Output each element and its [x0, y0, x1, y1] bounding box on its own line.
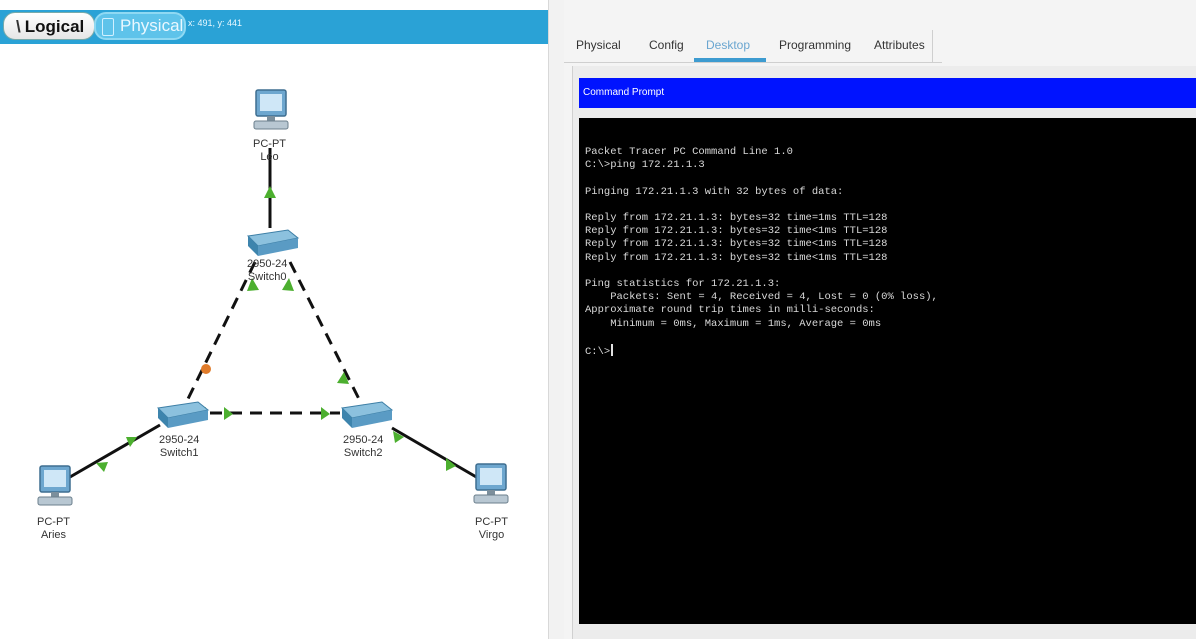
- tab-programming[interactable]: Programming: [779, 38, 851, 52]
- switch2-icon[interactable]: [336, 398, 396, 432]
- console-output[interactable]: Packet Tracer PC Command Line 1.0 C:\>pi…: [585, 146, 938, 359]
- switch0-icon[interactable]: [240, 226, 300, 260]
- device-window: Physical Config Desktop Programming Attr…: [564, 0, 1196, 639]
- tab-desktop[interactable]: Desktop: [706, 38, 750, 52]
- command-prompt-console[interactable]: Packet Tracer PC Command Line 1.0 C:\>pi…: [579, 118, 1196, 624]
- console-output-text: Packet Tracer PC Command Line 1.0 C:\>pi…: [585, 146, 938, 330]
- switch1-icon[interactable]: [152, 398, 212, 432]
- tab-attributes[interactable]: Attributes: [874, 38, 925, 52]
- tab-separator: [932, 30, 933, 62]
- pc-aries-label: PC-PT Aries: [37, 516, 70, 541]
- console-prompt: C:\>: [585, 346, 611, 359]
- command-prompt-titlebar: Command Prompt: [579, 78, 1196, 108]
- pc-leo-icon[interactable]: [250, 88, 292, 136]
- pane-divider[interactable]: [548, 0, 565, 639]
- link-switch1-aries[interactable]: [69, 423, 161, 479]
- pc-virgo-icon[interactable]: [470, 462, 512, 510]
- link-up-indicator: [224, 407, 233, 420]
- switch1-label: 2950-24 Switch1: [159, 434, 200, 459]
- tab-physical[interactable]: Physical: [576, 38, 621, 52]
- link-up-indicator: [96, 462, 108, 472]
- pc-virgo-label: PC-PT Virgo: [475, 516, 508, 541]
- link-up-indicator: [264, 186, 276, 198]
- active-tab-indicator: [694, 58, 766, 62]
- logical-workspace[interactable]: \ Logical Physical x: 491, y: 441 PC-PT …: [0, 0, 548, 639]
- link-pending-indicator: [201, 364, 211, 374]
- desktop-panel: Command Prompt Packet Tracer PC Command …: [572, 66, 1196, 639]
- tab-config[interactable]: Config: [649, 38, 684, 52]
- switch0-label: 2950-24 Switch0: [247, 258, 288, 283]
- pc-leo-label: PC-PT Leo: [253, 138, 286, 163]
- link-up-indicator: [321, 407, 330, 420]
- text-cursor: [611, 344, 614, 357]
- link-switch2-virgo[interactable]: [391, 426, 479, 480]
- link-switch0-switch1[interactable]: [183, 261, 257, 406]
- switch2-label: 2950-24 Switch2: [343, 434, 384, 459]
- pc-aries-icon[interactable]: [34, 464, 76, 512]
- link-switch0-switch2[interactable]: [288, 261, 364, 406]
